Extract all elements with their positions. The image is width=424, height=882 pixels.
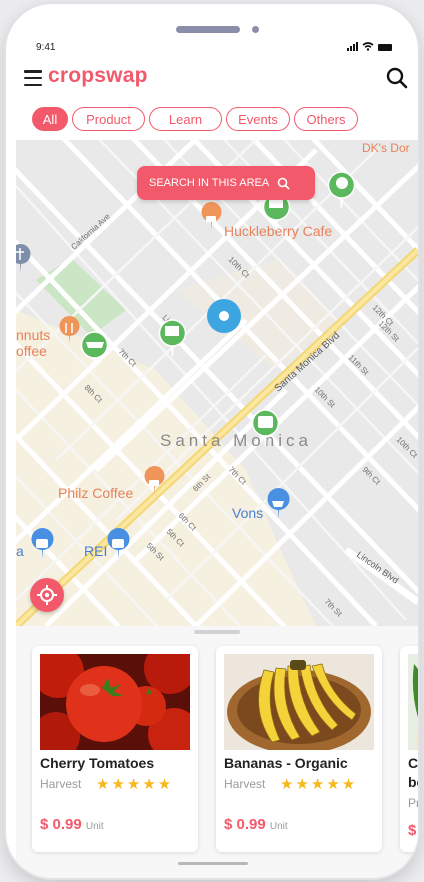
home-indicator[interactable] <box>178 862 248 865</box>
product-card-partial[interactable]: Ch be Pr $ <box>400 646 418 852</box>
product-source: Harvest <box>224 777 266 791</box>
place-label: a <box>16 543 24 559</box>
product-source: Harvest <box>40 777 82 791</box>
phone-frame: 9:41 cropswap All Product Learn Events O… <box>6 4 418 878</box>
camera <box>252 26 259 33</box>
search-icon <box>277 177 290 190</box>
map-view[interactable]: California Ave 10th Ct Lin 12th Ct 12th … <box>16 140 418 626</box>
sheet-grabber[interactable] <box>194 630 240 634</box>
search-icon[interactable] <box>386 67 408 89</box>
hamburger-menu-icon[interactable] <box>24 70 42 86</box>
map-canvas: California Ave 10th Ct Lin 12th Ct 12th … <box>16 140 418 626</box>
product-image-bananas <box>224 654 374 750</box>
rating-stars: ★★★★★ <box>96 776 174 793</box>
speaker <box>176 26 240 33</box>
area-label: Santa Monica <box>160 431 312 450</box>
product-image-greens <box>408 654 418 750</box>
tab-all[interactable]: All <box>32 107 68 131</box>
product-price: $ 0.99 Unit <box>224 816 288 833</box>
street-label: 7th St <box>323 597 345 619</box>
product-price: $ 0.99 Unit <box>40 816 104 833</box>
status-icons <box>347 42 392 51</box>
product-name: Cherry Tomatoes <box>40 755 155 771</box>
place-label: REI <box>84 543 107 559</box>
tab-product[interactable]: Product <box>72 107 145 131</box>
battery-icon <box>378 44 392 51</box>
crosshair-icon <box>37 585 57 605</box>
wifi-icon <box>362 42 374 51</box>
locate-me-button[interactable] <box>30 578 64 612</box>
category-tabs: All Product Learn Events Others <box>32 107 358 131</box>
product-card[interactable]: Bananas - Organic Harvest ★★★★★ $ 0.99 U… <box>216 646 382 852</box>
place-label: Vons <box>232 505 263 521</box>
market-pin-icon[interactable] <box>327 171 356 209</box>
place-label: Philz Coffee <box>58 485 133 501</box>
product-image-tomatoes <box>40 654 190 750</box>
app-logo: cropswap <box>48 64 148 87</box>
place-label: nnuts <box>16 327 50 343</box>
street-label: 10th Ct <box>395 435 418 460</box>
search-this-area-label: SEARCH IN THIS AREA <box>149 177 270 189</box>
tab-others[interactable]: Others <box>294 107 358 131</box>
rating-stars: ★★★★★ <box>280 776 358 793</box>
product-price: $ <box>408 822 417 839</box>
product-carousel[interactable]: Cherry Tomatoes Harvest ★★★★★ $ 0.99 Uni… <box>16 626 418 878</box>
status-time: 9:41 <box>36 42 56 53</box>
tab-events[interactable]: Events <box>226 107 290 131</box>
place-label: DK's Dor <box>362 141 410 155</box>
place-label: Huckleberry Cafe <box>224 223 332 239</box>
signal-icon <box>347 42 358 51</box>
place-label: offee <box>16 343 47 359</box>
product-name: Bananas - Organic <box>224 755 348 771</box>
church-pin-icon[interactable] <box>16 244 31 272</box>
product-name: be <box>408 774 418 790</box>
current-location-marker <box>207 299 241 333</box>
search-this-area-button[interactable]: SEARCH IN THIS AREA <box>137 166 315 200</box>
product-card[interactable]: Cherry Tomatoes Harvest ★★★★★ $ 0.99 Uni… <box>32 646 198 852</box>
product-source: Pr <box>408 796 418 810</box>
tab-learn[interactable]: Learn <box>149 107 222 131</box>
product-name: Ch <box>408 755 418 771</box>
